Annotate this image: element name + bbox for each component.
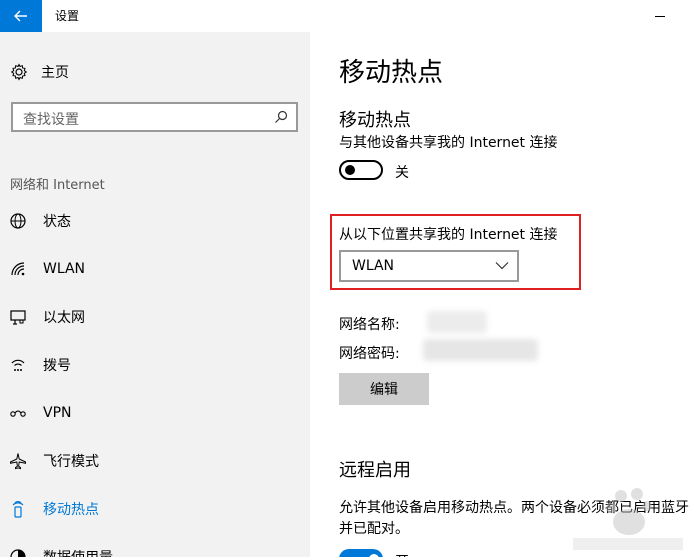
- ethernet-icon: [8, 307, 28, 327]
- sidebar-home[interactable]: 主页: [10, 62, 69, 82]
- toggle-knob: [345, 165, 355, 175]
- share-description: 与其他设备共享我的 Internet 连接: [339, 135, 558, 151]
- sidebar-home-label: 主页: [41, 65, 69, 81]
- minimize-button[interactable]: [645, 8, 675, 24]
- dialup-icon: [8, 355, 28, 375]
- airplane-icon: [8, 451, 28, 471]
- wifi-icon: [8, 259, 28, 279]
- network-password-label: 网络密码:: [339, 346, 400, 362]
- sidebar-item-data-usage[interactable]: 数据使用量: [8, 543, 298, 557]
- sidebar-item-label: 数据使用量: [43, 547, 113, 557]
- sidebar-item-label: 拨号: [43, 358, 71, 374]
- sidebar-item-hotspot[interactable]: 移动热点: [8, 495, 298, 523]
- settings-window: 设置 主页 查找设置 网络和 Internet 状态 WLAN 以太网 拨号 V…: [0, 0, 700, 557]
- sidebar: 主页 查找设置 网络和 Internet 状态 WLAN 以太网 拨号 VPN …: [0, 32, 310, 557]
- network-name-value-blurred: [427, 311, 487, 333]
- sidebar-item-ethernet[interactable]: 以太网: [8, 303, 298, 331]
- sidebar-item-label: 状态: [43, 214, 71, 230]
- sidebar-item-label: 飞行模式: [43, 454, 99, 470]
- network-name-label: 网络名称:: [339, 317, 400, 333]
- search-placeholder: 查找设置: [23, 112, 79, 128]
- minimize-icon: [655, 15, 665, 17]
- sidebar-item-label: WLAN: [43, 261, 86, 277]
- main-content: 移动热点 移动热点 与其他设备共享我的 Internet 连接 关 从以下位置共…: [310, 32, 700, 557]
- chevron-down-icon: [495, 262, 509, 270]
- hotspot-heading: 移动热点: [339, 110, 411, 131]
- share-from-select[interactable]: WLAN: [339, 250, 519, 282]
- sidebar-item-airplane[interactable]: 飞行模式: [8, 447, 298, 475]
- share-from-value: WLAN: [352, 258, 395, 274]
- sidebar-item-label: 移动热点: [43, 502, 99, 518]
- edit-button[interactable]: 编辑: [339, 373, 429, 405]
- vpn-icon: [8, 403, 28, 423]
- watermark-logo: [573, 488, 683, 550]
- sidebar-item-vpn[interactable]: VPN: [8, 399, 298, 427]
- back-button[interactable]: [0, 0, 42, 32]
- search-icon[interactable]: [274, 110, 288, 124]
- hotspot-toggle[interactable]: [339, 160, 383, 180]
- gear-icon: [10, 63, 28, 81]
- sidebar-item-status[interactable]: 状态: [8, 207, 298, 235]
- sidebar-item-wlan[interactable]: WLAN: [8, 255, 298, 283]
- network-password-value-blurred: [423, 339, 538, 361]
- data-usage-icon: [8, 547, 28, 557]
- back-arrow-icon: [14, 10, 27, 22]
- page-title: 移动热点: [339, 58, 444, 88]
- title-bar: 设置: [0, 0, 700, 32]
- search-input[interactable]: 查找设置: [11, 102, 298, 132]
- share-from-label: 从以下位置共享我的 Internet 连接: [339, 227, 558, 243]
- remote-heading: 远程启用: [339, 460, 411, 481]
- hotspot-toggle-state: 关: [395, 165, 409, 181]
- sidebar-item-label: VPN: [43, 405, 72, 421]
- remote-toggle-state: 开: [395, 551, 409, 557]
- sidebar-item-label: 以太网: [43, 310, 85, 326]
- section-title: 网络和 Internet: [10, 178, 105, 193]
- hotspot-icon: [8, 499, 28, 519]
- sidebar-item-dialup[interactable]: 拨号: [8, 351, 298, 379]
- app-title: 设置: [55, 9, 80, 23]
- remote-toggle[interactable]: [339, 549, 383, 557]
- globe-icon: [8, 211, 28, 231]
